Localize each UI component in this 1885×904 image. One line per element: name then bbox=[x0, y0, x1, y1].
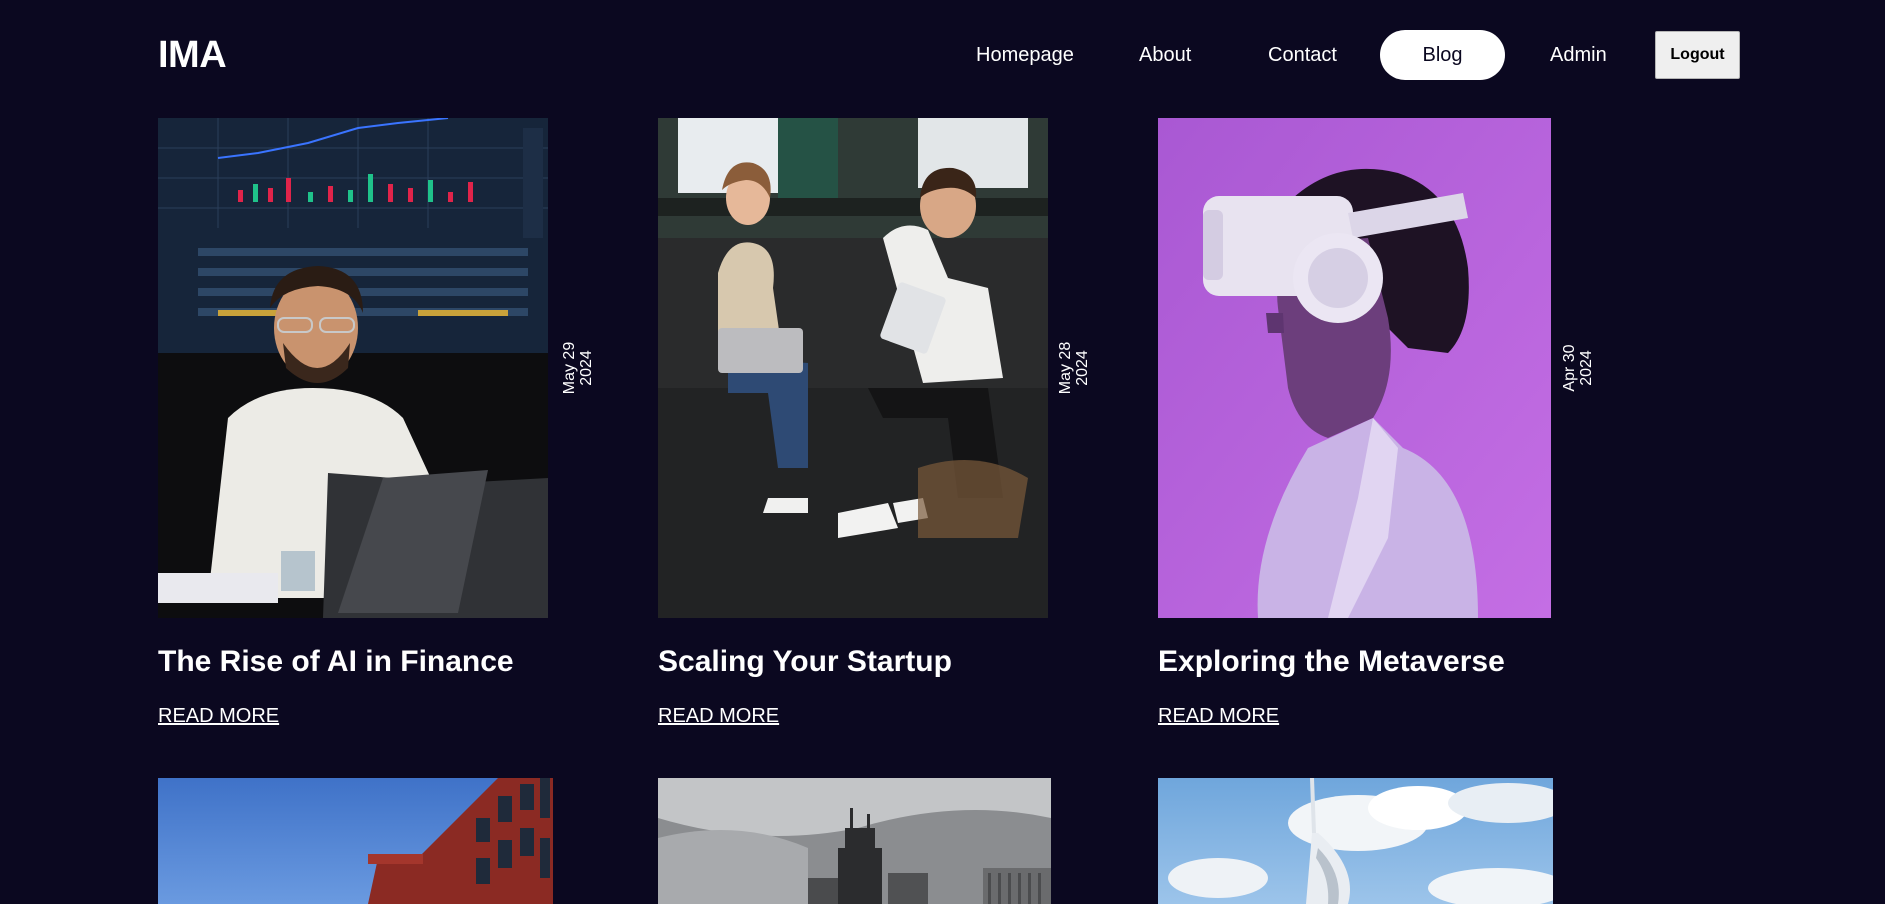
post-date: May 29 2024 bbox=[561, 336, 595, 400]
post-title[interactable]: Scaling Your Startup bbox=[658, 644, 952, 680]
date-year: 2024 bbox=[1074, 350, 1091, 386]
nav-contact[interactable]: Contact bbox=[1268, 30, 1337, 80]
site-header: IMA Homepage About Contact Blog Admin Lo… bbox=[0, 0, 1885, 112]
post-image-tower[interactable] bbox=[1158, 778, 1553, 904]
read-more-link[interactable]: READ MORE bbox=[1158, 704, 1279, 728]
post-title[interactable]: The Rise of AI in Finance bbox=[158, 644, 514, 680]
date-year: 2024 bbox=[578, 350, 595, 386]
nav-about[interactable]: About bbox=[1139, 30, 1191, 80]
nav-blog[interactable]: Blog bbox=[1380, 30, 1505, 80]
logout-button[interactable]: Logout bbox=[1655, 31, 1740, 79]
read-more-link[interactable]: READ MORE bbox=[158, 704, 279, 728]
nav-homepage[interactable]: Homepage bbox=[976, 30, 1074, 80]
post-image-startup[interactable] bbox=[658, 118, 1048, 618]
read-more-link[interactable]: READ MORE bbox=[658, 704, 779, 728]
post-date: Apr 30 2024 bbox=[1561, 336, 1595, 400]
post-image-finance[interactable] bbox=[158, 118, 548, 618]
date-day: May 29 bbox=[561, 341, 578, 395]
date-year: 2024 bbox=[1578, 350, 1595, 386]
main-nav: Homepage About Contact Blog Admin bbox=[0, 30, 1885, 80]
post-image-metaverse[interactable] bbox=[1158, 118, 1551, 618]
post-image-skyline[interactable] bbox=[658, 778, 1051, 904]
nav-admin[interactable]: Admin bbox=[1550, 30, 1607, 80]
post-date: May 28 2024 bbox=[1057, 336, 1091, 400]
date-day: Apr 30 bbox=[1561, 344, 1578, 392]
post-title[interactable]: Exploring the Metaverse bbox=[1158, 644, 1505, 680]
date-day: May 28 bbox=[1057, 341, 1074, 395]
post-image-building[interactable] bbox=[158, 778, 553, 904]
